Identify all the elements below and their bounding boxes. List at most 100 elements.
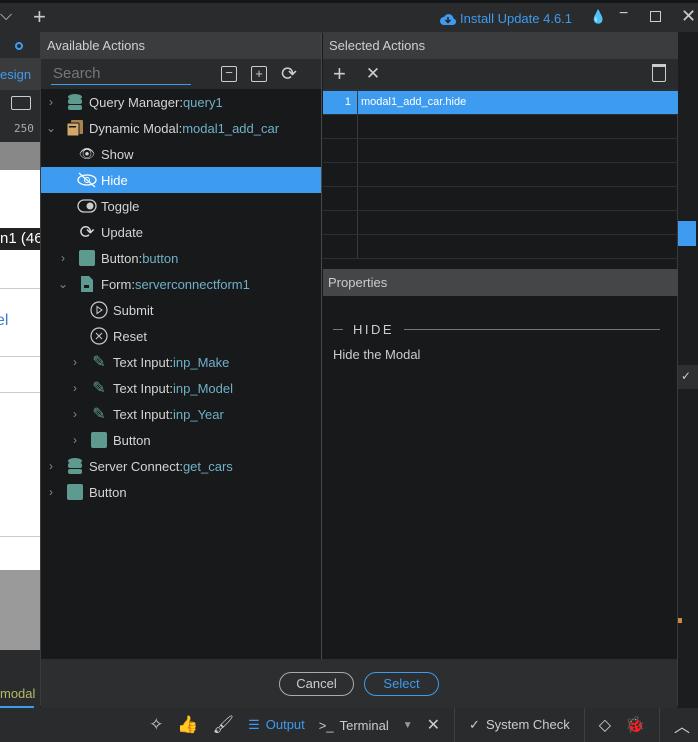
properties-title: Properties: [323, 269, 678, 296]
item-label: Button:: [101, 250, 143, 266]
check-icon: ✓: [469, 717, 480, 732]
item-label: Form:: [101, 276, 135, 292]
check-icon: ✓: [678, 365, 698, 389]
item-label: Reset: [113, 328, 147, 344]
canvas-link: el: [0, 312, 9, 329]
design-canvas: n1 (46 el: [0, 170, 40, 570]
available-actions-panel: Available Actions − + ⟳ › Query Manager: …: [41, 33, 322, 659]
minimize-button[interactable]: −: [619, 5, 628, 23]
tree-item-root-button[interactable]: › Button: [41, 479, 321, 505]
caret-down-icon[interactable]: ▼: [403, 720, 413, 731]
terminal-icon: >_: [318, 717, 334, 733]
background-editor: esign 250 n1 (46 el modal: [0, 32, 40, 709]
chevron-right-icon[interactable]: ›: [43, 95, 59, 109]
system-check-button[interactable]: ✓ System Check: [469, 717, 570, 733]
tree-item-dynamic-modal[interactable]: ⌄ Dynamic Modal: modal1_add_car: [41, 115, 321, 141]
brush-icon[interactable]: 🖌: [212, 715, 234, 735]
tree-item-server-connect[interactable]: › Server Connect: get_cars: [41, 453, 321, 479]
chevron-up-icon[interactable]: ︿: [674, 713, 690, 737]
item-label: Query Manager:: [89, 94, 183, 110]
item-label: Text Input:: [113, 354, 173, 370]
tree-item-text-input-year[interactable]: › ✎ Text Input: inp_Year: [41, 401, 321, 427]
close-window-button[interactable]: ✕: [681, 6, 696, 27]
table-row[interactable]: 1 modal1_add_car.hide: [323, 91, 678, 115]
maximize-button[interactable]: [650, 11, 661, 22]
tree-item-button[interactable]: › Button: button: [41, 245, 321, 271]
item-label: Update: [101, 224, 143, 240]
thumbs-up-icon[interactable]: 👍: [177, 715, 198, 735]
chevron-right-icon[interactable]: ›: [43, 485, 59, 499]
cancel-button[interactable]: Cancel: [279, 671, 354, 696]
actions-tree: › Query Manager: query1 ⌄ Dynamic Modal: m…: [41, 89, 321, 505]
pencil-icon: ✎: [92, 354, 106, 371]
sparkles-icon[interactable]: ✧: [149, 715, 163, 735]
list-icon: ☰: [248, 717, 260, 732]
selected-actions-title: Selected Actions: [323, 33, 678, 59]
chevron-down-icon[interactable]: ⌵: [0, 7, 12, 25]
background-side-panel: ✓: [678, 32, 698, 708]
cloud-download-icon: [440, 13, 456, 25]
chevron-right-icon[interactable]: ›: [67, 355, 83, 369]
pencil-icon: ✎: [92, 406, 106, 423]
tree-item-reset[interactable]: Reset: [41, 323, 321, 349]
dialog-footer: Cancel Select: [41, 659, 677, 708]
expand-all-icon[interactable]: +: [251, 66, 267, 82]
update-label: Install Update 4.6.1: [460, 11, 573, 26]
collapse-all-icon[interactable]: −: [221, 66, 237, 82]
chevron-right-icon[interactable]: ›: [67, 433, 83, 447]
file-icon: [77, 275, 97, 293]
item-ref: button: [142, 250, 179, 266]
chevron-right-icon[interactable]: ›: [43, 459, 59, 473]
database-icon: [65, 93, 85, 111]
modal-icon: [65, 119, 85, 137]
design-tab[interactable]: esign: [0, 58, 40, 90]
chevron-down-icon[interactable]: ⌄: [55, 277, 71, 291]
tree-item-text-input-model[interactable]: › ✎ Text Input: inp_Model: [41, 375, 321, 401]
selected-actions-toolbar: + ✕: [323, 59, 678, 89]
eraser-icon[interactable]: ◇: [599, 715, 611, 735]
canvas-margin: [0, 142, 40, 170]
eye-icon: 👁: [78, 146, 96, 161]
refresh-icon[interactable]: ⟳: [281, 63, 297, 86]
tree-item-hide[interactable]: Hide: [41, 167, 321, 193]
item-label: Button: [89, 484, 127, 500]
output-tab[interactable]: ☰ Output: [248, 717, 305, 733]
terminal-label: Terminal: [339, 717, 389, 733]
tree-item-query-manager[interactable]: › Query Manager: query1: [41, 89, 321, 115]
bug-icon[interactable]: 🐞: [625, 715, 645, 735]
chevron-right-icon[interactable]: ›: [67, 407, 83, 421]
tree-item-show[interactable]: 👁 Show: [41, 141, 321, 167]
item-label: Server Connect:: [89, 458, 183, 474]
title-bar: ⌵ + Install Update 4.6.1 💧 − ✕: [0, 0, 698, 32]
new-tab-icon[interactable]: +: [33, 4, 46, 30]
terminal-tab[interactable]: >_ Terminal: [319, 718, 389, 733]
component-square-icon: [89, 431, 109, 449]
add-icon[interactable]: +: [333, 61, 346, 87]
laptop-icon[interactable]: [11, 96, 31, 110]
selected-actions-panel: Selected Actions + ✕ 1 modal1_add_car.hid…: [323, 33, 678, 659]
theme-drop-icon[interactable]: 💧: [590, 9, 606, 25]
eye-slash-icon: [77, 171, 97, 189]
chevron-right-icon[interactable]: ›: [67, 381, 83, 395]
action-description: Hide the Modal: [333, 347, 421, 362]
close-panel-icon[interactable]: ✕: [427, 715, 440, 735]
row-number: 1: [323, 91, 358, 114]
canvas-label: n1 (46: [0, 228, 40, 250]
chevron-down-icon[interactable]: ⌄: [43, 121, 59, 135]
install-update-button[interactable]: Install Update 4.6.1: [440, 11, 572, 26]
tree-item-form[interactable]: ⌄ Form: serverconnectform1: [41, 271, 321, 297]
tree-item-text-input-make[interactable]: › ✎ Text Input: inp_Make: [41, 349, 321, 375]
component-square-icon: [65, 483, 85, 501]
item-ref: inp_Make: [172, 354, 230, 370]
tree-item-submit[interactable]: Submit: [41, 297, 321, 323]
trash-icon[interactable]: [652, 64, 666, 82]
select-button[interactable]: Select: [364, 671, 439, 696]
chevron-right-icon[interactable]: ›: [55, 251, 71, 265]
search-input[interactable]: [51, 63, 191, 85]
item-label: Text Input:: [113, 406, 173, 422]
tree-item-form-button[interactable]: › Button: [41, 427, 321, 453]
pencil-icon: ✎: [92, 380, 106, 397]
tree-item-toggle[interactable]: Toggle: [41, 193, 321, 219]
tree-item-update[interactable]: ⟳ Update: [41, 219, 321, 245]
remove-icon[interactable]: ✕: [366, 64, 380, 84]
